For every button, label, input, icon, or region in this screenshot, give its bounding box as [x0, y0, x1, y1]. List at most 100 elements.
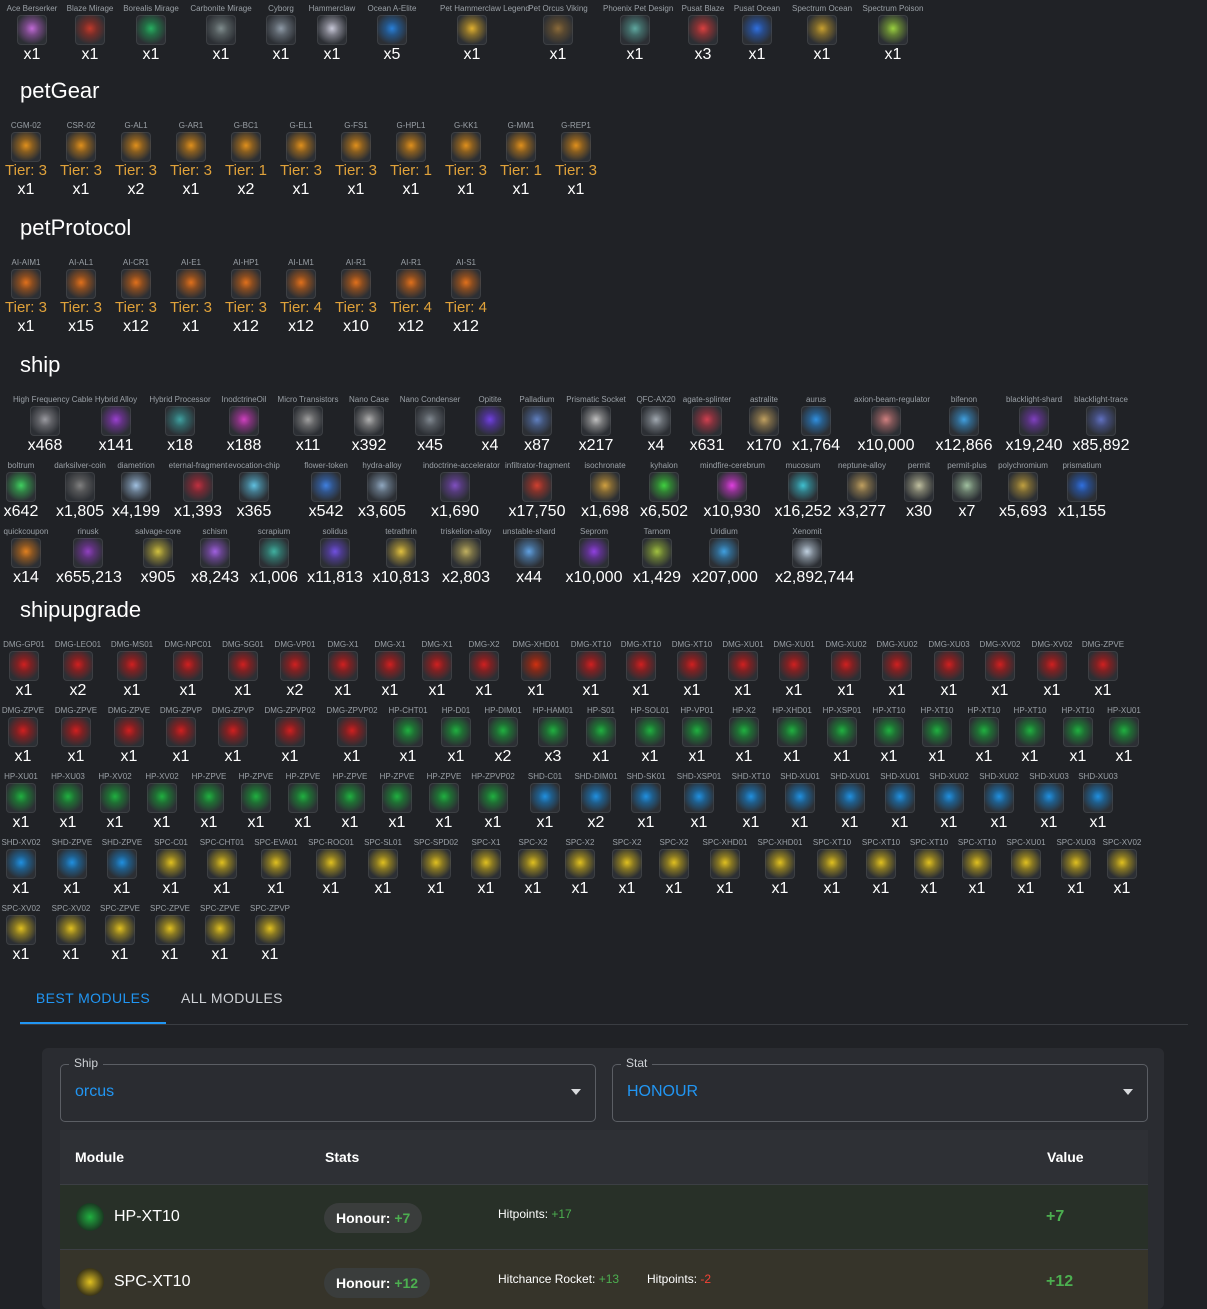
inventory-item[interactable]: Micro Transistors x11: [276, 395, 340, 456]
inventory-item[interactable]: darksilver-coin x1,805: [48, 461, 112, 522]
inventory-item[interactable]: scrapium x1,006: [242, 527, 306, 588]
inventory-item[interactable]: Pet Orcus Viking x1: [526, 4, 590, 65]
item-icon: [561, 132, 591, 162]
inventory-item[interactable]: DMG-ZPVP02 x1: [258, 706, 322, 767]
inventory-item[interactable]: InodctrineOil x188: [212, 395, 276, 456]
inventory-item[interactable]: Prismatic Socket x217: [564, 395, 628, 456]
inventory-item[interactable]: mindfire-cerebrum x10,930: [700, 461, 765, 522]
table-row[interactable]: SPC-XT10 Honour: +12 Hitchance Rocket: +…: [60, 1249, 1148, 1309]
stat-select[interactable]: Stat HONOUR: [612, 1056, 1148, 1122]
inventory-item[interactable]: quickcoupon x14: [0, 527, 58, 588]
item-icon: [631, 783, 661, 813]
column-header-stats: Stats: [325, 1149, 360, 1165]
inventory-item[interactable]: Blaze Mirage x1: [58, 4, 122, 65]
item-label: solidus: [322, 527, 348, 536]
item-label: blacklight-trace: [1074, 395, 1128, 404]
inventory-item[interactable]: blacklight-trace x85,892: [1069, 395, 1133, 456]
item-icon: [1109, 717, 1139, 747]
inventory-item[interactable]: permit-plus x7: [935, 461, 999, 522]
inventory-item[interactable]: Seprom x10,000: [562, 527, 626, 588]
inventory-item[interactable]: Phoenix Pet Design x1: [603, 4, 673, 65]
inventory-item[interactable]: bifenon x12,866: [932, 395, 996, 456]
item-count: x17,750: [508, 503, 566, 520]
inventory-item[interactable]: evocation-chip x365: [222, 461, 286, 522]
inventory-item[interactable]: diametrion x4,199: [104, 461, 168, 522]
item-count: x1: [343, 748, 361, 765]
inventory-item[interactable]: Pusat Ocean x1: [725, 4, 789, 65]
item-icon: [642, 538, 672, 568]
inventory-item[interactable]: DMG-ZPVP x1: [201, 706, 265, 767]
item-icon: [100, 783, 130, 813]
inventory-item[interactable]: DMG-MS01 x1: [100, 640, 164, 701]
inventory-item[interactable]: SPC-XV02 x1: [1090, 838, 1154, 899]
inventory-item[interactable]: Palladium x87: [505, 395, 569, 456]
inventory-item[interactable]: neptune-alloy x3,277: [830, 461, 894, 522]
item-label: scrapium: [257, 527, 291, 536]
item-icon: [1019, 406, 1049, 436]
inventory-item[interactable]: infiltrator-fragment x17,750: [505, 461, 570, 522]
inventory-item[interactable]: Xenomit x2,892,744: [775, 527, 854, 588]
item-icon: [451, 538, 481, 568]
inventory-item[interactable]: Ocean A-Elite x5: [360, 4, 424, 65]
inventory-item[interactable]: AI-S1 Tier: 4 x12: [434, 258, 498, 337]
inventory-item[interactable]: Spectrum Ocean x1: [790, 4, 854, 65]
inventory-item[interactable]: Spectrum Poison x1: [861, 4, 925, 65]
inventory-item[interactable]: aurus x1,764: [784, 395, 848, 456]
inventory-item[interactable]: salvage-core x905: [126, 527, 190, 588]
item-icon: [904, 472, 934, 502]
inventory-item[interactable]: triskelion-alloy x2,803: [434, 527, 498, 588]
item-icon: [241, 783, 271, 813]
inventory-item[interactable]: agate-splinter x631: [675, 395, 739, 456]
item-count: x12,866: [935, 437, 993, 454]
inventory-item[interactable]: Hammerclaw x1: [300, 4, 364, 65]
inventory-item[interactable]: tetrathrin x10,813: [369, 527, 433, 588]
item-count: x1: [81, 46, 99, 63]
inventory-item[interactable]: Tarnom x1,429: [625, 527, 689, 588]
item-label: Pusat Ocean: [733, 4, 781, 13]
item-count: x1,690: [430, 503, 480, 520]
item-count: x5: [383, 46, 401, 63]
item-icon: [429, 783, 459, 813]
inventory-item[interactable]: axion-beam-regulator x10,000: [854, 395, 930, 456]
inventory-item[interactable]: boltrum x642: [0, 461, 53, 522]
inventory-item[interactable]: DMG-ZPVP02 x1: [320, 706, 384, 767]
item-icon: [488, 717, 518, 747]
inventory-item[interactable]: Uridium x207,000: [692, 527, 758, 588]
inventory-item[interactable]: eternal-fragment x1,393: [166, 461, 230, 522]
inventory-item[interactable]: G-REP1 Tier: 3 x1: [544, 121, 608, 200]
inventory-item[interactable]: Hybrid Processor x18: [148, 395, 212, 456]
item-label: Borealis Mirage: [123, 4, 179, 13]
inventory-item[interactable]: solidus x11,813: [303, 527, 367, 588]
inventory-item[interactable]: Borealis Mirage x1: [119, 4, 183, 65]
inventory-item[interactable]: kyhalon x6,502: [632, 461, 696, 522]
item-icon: [107, 849, 137, 879]
table-row[interactable]: HP-XT10 Honour: +7 Hitpoints: +17 +7: [60, 1184, 1148, 1249]
inventory-item[interactable]: flower-token x542: [294, 461, 358, 522]
ship-select[interactable]: Ship orcus: [60, 1056, 596, 1122]
inventory-item[interactable]: mucosum x16,252: [771, 461, 835, 522]
tab-best-modules[interactable]: BEST MODULES: [20, 980, 166, 1024]
inventory-item[interactable]: isochronate x1,698: [573, 461, 637, 522]
inventory-item[interactable]: Nano Condenser x45: [398, 395, 462, 456]
tab-all-modules[interactable]: ALL MODULES: [181, 980, 283, 1022]
stat-hitchance-rocket: Hitchance Rocket: +13: [498, 1272, 619, 1286]
inventory-item[interactable]: prismatium x1,155: [1050, 461, 1114, 522]
inventory-item[interactable]: unstable-shard x44: [497, 527, 561, 588]
inventory-item[interactable]: Ace Berserker x1: [0, 4, 64, 65]
inventory-item[interactable]: blacklight-shard x19,240: [1002, 395, 1066, 456]
inventory-item[interactable]: HP-XU01 x1: [1092, 706, 1156, 767]
inventory-item[interactable]: SHD-XU03 x1: [1066, 772, 1130, 833]
inventory-item[interactable]: Hybrid Alloy x141: [84, 395, 148, 456]
inventory-item[interactable]: Carbonite Mirage x1: [189, 4, 253, 65]
inventory-item[interactable]: indoctrine-accelerator x1,690: [423, 461, 500, 522]
inventory-item[interactable]: High Frequency Cable x468: [13, 395, 93, 456]
inventory-item[interactable]: rinusk x655,213: [56, 527, 122, 588]
inventory-item[interactable]: DMG-ZPVE x1: [1071, 640, 1135, 701]
item-icon: [231, 132, 261, 162]
inventory-item[interactable]: schism x8,243: [183, 527, 247, 588]
inventory-item[interactable]: SPC-ZPVP x1: [238, 904, 302, 965]
inventory-item[interactable]: polychromium x5,693: [991, 461, 1055, 522]
inventory-item[interactable]: Nano Case x392: [337, 395, 401, 456]
inventory-item[interactable]: Pet Hammerclaw Legend x1: [440, 4, 530, 65]
inventory-item[interactable]: hydra-alloy x3,605: [350, 461, 414, 522]
